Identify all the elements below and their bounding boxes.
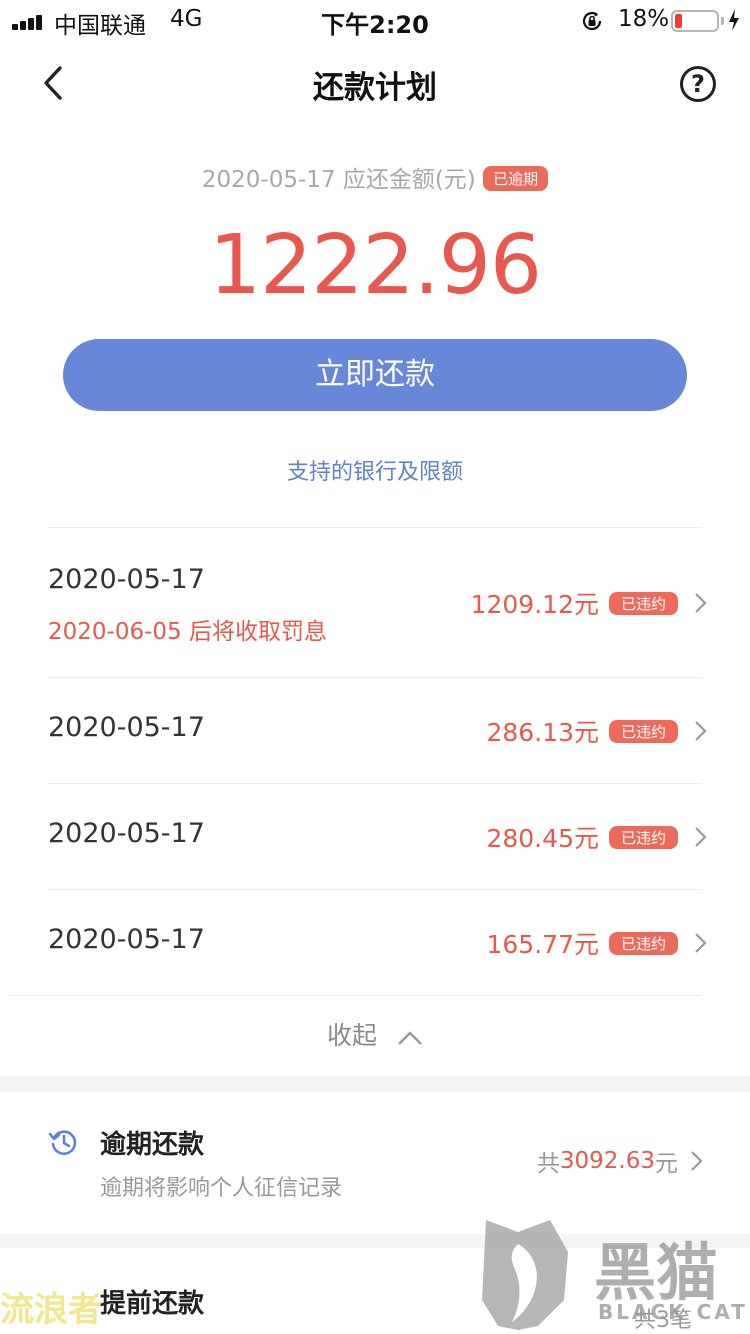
watermark-brand-en: BLACK CAT bbox=[598, 1300, 748, 1324]
installment-row[interactable]: 2020-05-17 165.77元 已违约 bbox=[48, 924, 708, 964]
help-icon[interactable]: ? bbox=[680, 66, 716, 102]
default-badge: 已违约 bbox=[608, 719, 678, 743]
installment-amount-group: 1209.12元 已违约 bbox=[470, 588, 708, 619]
chevron-up-icon bbox=[398, 1031, 422, 1045]
installment-amount: 165.77元 bbox=[486, 930, 599, 959]
section-gap bbox=[0, 1076, 750, 1092]
divider bbox=[48, 677, 702, 678]
total-prefix: 共 bbox=[536, 1151, 560, 1177]
total-suffix: 元 bbox=[655, 1151, 678, 1177]
charging-bolt-icon bbox=[729, 9, 739, 31]
divider bbox=[48, 783, 702, 784]
due-amount: 1222.96 bbox=[208, 218, 542, 313]
installment-amount: 280.45元 bbox=[486, 824, 599, 853]
chevron-right-icon bbox=[695, 827, 707, 847]
clock-history-icon bbox=[48, 1130, 77, 1156]
installment-date: 2020-05-17 bbox=[48, 924, 205, 955]
rotation-lock-icon bbox=[582, 11, 602, 31]
divider bbox=[48, 889, 702, 890]
due-label-text: 2020-05-17 应还金额(元) bbox=[201, 167, 476, 193]
collapse-button[interactable]: 收起 bbox=[0, 1016, 750, 1052]
installment-amount-group: 286.13元 已违约 bbox=[486, 716, 709, 747]
chevron-right-icon bbox=[695, 721, 707, 741]
watermark-brand: 黑猫 bbox=[594, 1236, 719, 1309]
overdue-total-amount: 3092.63 bbox=[559, 1148, 655, 1174]
chevron-right-icon bbox=[695, 933, 707, 953]
installment-amount: 1209.12元 bbox=[470, 590, 599, 619]
status-bar: 中国联通 4G 下午2:20 18% bbox=[0, 0, 750, 40]
chevron-right-icon bbox=[691, 1151, 703, 1171]
supported-banks-link[interactable]: 支持的银行及限额 bbox=[0, 454, 750, 486]
divider bbox=[48, 527, 702, 528]
installment-amount-group: 165.77元 已违约 bbox=[486, 928, 709, 959]
battery-level-fill bbox=[675, 14, 682, 28]
divider bbox=[8, 995, 702, 996]
installment-row[interactable]: 2020-05-17 2020-06-05 后将收取罚息 1209.12元 已违… bbox=[48, 560, 708, 660]
battery-cap bbox=[721, 17, 724, 25]
default-badge: 已违约 bbox=[608, 825, 678, 849]
overdue-badge: 已逾期 bbox=[483, 166, 549, 191]
default-badge: 已违约 bbox=[608, 591, 678, 615]
installment-date: 2020-05-17 bbox=[48, 564, 205, 595]
collapse-label: 收起 bbox=[326, 1021, 377, 1050]
installment-amount: 286.13元 bbox=[486, 718, 599, 747]
battery-percent: 18% bbox=[618, 6, 670, 32]
corner-watermark: 流浪者 bbox=[0, 1290, 102, 1330]
overdue-total[interactable]: 共 3092.63 元 bbox=[537, 1144, 704, 1178]
due-date-label: 2020-05-17 应还金额(元) 已逾期 bbox=[0, 160, 750, 194]
page-title: 还款计划 bbox=[313, 70, 437, 106]
overdue-section-subtitle: 逾期将影响个人征信记录 bbox=[100, 1176, 343, 1201]
pay-now-button[interactable]: 立即还款 bbox=[63, 339, 687, 411]
prepay-section-title: 提前还款 bbox=[100, 1289, 205, 1319]
default-badge: 已违约 bbox=[608, 931, 678, 955]
overdue-section-title: 逾期还款 bbox=[100, 1130, 205, 1160]
penalty-warning: 2020-06-05 后将收取罚息 bbox=[48, 619, 327, 645]
chevron-right-icon bbox=[695, 593, 707, 613]
installment-amount-group: 280.45元 已违约 bbox=[486, 822, 709, 853]
installment-date: 2020-05-17 bbox=[48, 818, 205, 849]
battery-icon bbox=[671, 10, 719, 32]
installment-date: 2020-05-17 bbox=[48, 712, 205, 743]
installment-row[interactable]: 2020-05-17 286.13元 已违约 bbox=[48, 712, 708, 752]
installment-row[interactable]: 2020-05-17 280.45元 已违约 bbox=[48, 818, 708, 858]
